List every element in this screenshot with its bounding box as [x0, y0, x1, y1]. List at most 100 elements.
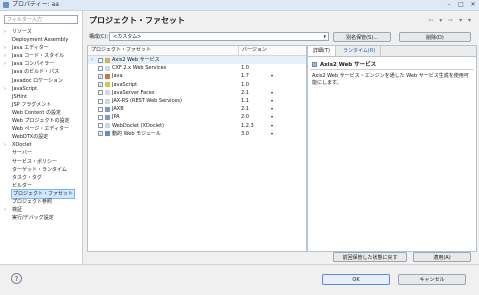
facet-row[interactable]: ✓ 動的 Web モジュール 3.0 ▾	[88, 130, 306, 138]
facet-version[interactable]: 1.1	[241, 97, 249, 105]
facet-checkbox[interactable]: ✓	[98, 73, 103, 79]
javascript-icon	[105, 82, 110, 88]
config-select[interactable]: <カスタム> ▾	[109, 32, 329, 41]
sidebar-item[interactable]: ビルダー	[2, 182, 80, 190]
sidebar-item[interactable]: Javadoc ロケーション	[2, 77, 80, 85]
facet-checkbox[interactable]	[98, 98, 103, 104]
detail-tabs: 詳細(T) ランタイム(R)	[308, 46, 476, 57]
cancel-button[interactable]: キャンセル	[398, 274, 466, 285]
sidebar-item[interactable]: › JavaScript	[2, 85, 80, 93]
expand-arrow-icon[interactable]: ›	[4, 44, 10, 52]
facet-version[interactable]: 1.2.3	[241, 122, 254, 130]
expand-arrow-icon[interactable]: ›	[4, 60, 10, 68]
sidebar-item-label: Java コード・スタイル	[12, 53, 65, 60]
chevron-down-icon[interactable]: ▾	[271, 122, 273, 130]
expand-arrow-icon[interactable]: ›	[4, 206, 10, 214]
facet-version[interactable]: 2.1	[241, 89, 249, 97]
sidebar-item-label: Java エディター	[12, 45, 49, 52]
facet-checkbox[interactable]: ✓	[98, 131, 103, 137]
facet-row[interactable]: CXF 2.x Web Services 1.0	[88, 64, 306, 72]
sidebar-item-label: Java のビルド・パス	[12, 69, 60, 76]
facet-version[interactable]: 1.7	[241, 72, 249, 80]
facet-row[interactable]: JavaServer Faces 2.1 ▾	[88, 89, 306, 97]
facet-checkbox[interactable]	[98, 57, 103, 63]
facet-checkbox[interactable]	[98, 106, 103, 112]
filter-input[interactable]: フィルター入力	[4, 15, 78, 24]
facet-version[interactable]: 3.0	[241, 130, 249, 138]
chevron-down-icon[interactable]: ▾	[271, 105, 273, 113]
sidebar: フィルター入力 › リソース Deployment Assembly › Java エデ…	[0, 11, 83, 264]
save-as-button[interactable]: 別名保管(S)...	[333, 32, 391, 42]
sidebar-item[interactable]: JSHint	[2, 93, 80, 101]
help-icon[interactable]: ?	[11, 273, 22, 284]
sidebar-item[interactable]: Web Content の設定	[2, 109, 80, 117]
expand-arrow-icon[interactable]: ›	[4, 28, 10, 36]
sidebar-item[interactable]: › 検証	[2, 206, 80, 214]
divider	[310, 69, 474, 70]
facet-row[interactable]: WebDoclet (XDoclet) 1.2.3 ▾	[88, 122, 306, 130]
sidebar-item[interactable]: › リソース	[2, 28, 80, 36]
sidebar-item[interactable]: WebDTXの設定	[2, 133, 80, 141]
facet-row[interactable]: JPA 2.0 ▾	[88, 113, 306, 121]
sidebar-item[interactable]: › Java コード・スタイル	[2, 52, 80, 60]
sidebar-item[interactable]: › Java エディター	[2, 44, 80, 52]
sidebar-item[interactable]: サーバー	[2, 149, 80, 157]
sidebar-item[interactable]: › XDoclet	[2, 141, 80, 149]
sidebar-item[interactable]: プロジェクト参照	[2, 198, 80, 206]
minimize-icon[interactable]: –	[444, 1, 454, 9]
sidebar-item[interactable]: JSP フラグメント	[2, 101, 80, 109]
detail-description: Axis2 Web サービス・エンジンを通した Web サービス生成を使用可能に…	[312, 73, 469, 86]
config-value: <カスタム>	[113, 34, 142, 40]
chevron-down-icon[interactable]: ▾	[271, 97, 273, 105]
column-name-header[interactable]: プロジェクト・ファセット	[91, 46, 151, 55]
facet-version[interactable]: 2.0	[241, 113, 249, 121]
chevron-down-icon[interactable]: ▾	[271, 89, 273, 97]
facet-row[interactable]: JAXB 2.1 ▾	[88, 105, 306, 113]
delete-button[interactable]: 削除(D)	[399, 32, 471, 42]
sidebar-item-label: 検証	[12, 207, 23, 214]
sidebar-item[interactable]: ターゲット・ランタイム	[2, 166, 80, 174]
facet-checkbox[interactable]	[98, 123, 103, 129]
expand-arrow-icon[interactable]: ›	[91, 56, 93, 64]
sidebar-item[interactable]: Java のビルド・パス	[2, 68, 80, 76]
close-icon[interactable]: ✕	[468, 1, 478, 9]
expand-arrow-icon[interactable]: ›	[4, 85, 10, 93]
apply-button[interactable]: 適用(A)	[413, 252, 471, 262]
facet-row[interactable]: › Axis2 Web サービス	[88, 56, 306, 65]
sidebar-item[interactable]: サービス・ポリシー	[2, 158, 80, 166]
facet-name: WebDoclet (XDoclet)	[112, 122, 164, 129]
sidebar-item[interactable]: タスク・タグ	[2, 174, 80, 182]
restore-button[interactable]: 前回保管した状態に戻す	[333, 252, 407, 262]
expand-arrow-icon[interactable]: ›	[4, 52, 10, 60]
expand-arrow-icon[interactable]: ›	[4, 141, 10, 149]
detail-panel: 詳細(T) ランタイム(R) Axis2 Web サービス Axis2 Web …	[307, 45, 477, 252]
sidebar-item[interactable]: Deployment Assembly	[2, 36, 80, 44]
main-panel: プロジェクト・ファセット ⇦ ▾ ⇨ ▾ ▾ 構成(C): <カスタム> ▾ 別…	[83, 11, 479, 264]
sidebar-item[interactable]: Web プロジェクトの設定	[2, 117, 80, 125]
detail-title-text: Axis2 Web サービス	[320, 62, 377, 68]
tab-runtime[interactable]: ランタイム(R)	[338, 46, 382, 56]
facet-row[interactable]: ✓ JavaScript 1.0	[88, 81, 306, 89]
facet-checkbox[interactable]	[98, 114, 103, 120]
facet-name: JAX-RS (REST Web Services)	[112, 98, 182, 104]
chevron-down-icon[interactable]: ▾	[271, 72, 273, 80]
sidebar-item[interactable]: プロジェクト・ファセット	[2, 188, 80, 199]
sidebar-item[interactable]: Web ページ・エディター	[2, 125, 80, 133]
facet-row[interactable]: ✓ Java 1.7 ▾	[88, 72, 306, 80]
facet-checkbox[interactable]	[98, 65, 103, 71]
tab-details[interactable]: 詳細(T)	[308, 46, 336, 56]
facet-checkbox[interactable]: ✓	[98, 82, 103, 88]
facet-row[interactable]: JAX-RS (REST Web Services) 1.1 ▾	[88, 97, 306, 105]
facet-checkbox[interactable]	[98, 90, 103, 96]
facet-version[interactable]: 2.1	[241, 105, 249, 113]
ok-button[interactable]: OK	[322, 274, 390, 285]
sidebar-item-label: ターゲット・ランタイム	[12, 166, 67, 173]
maximize-icon[interactable]: □	[456, 1, 466, 9]
sidebar-item[interactable]: › Java コンパイラー	[2, 60, 80, 68]
sidebar-item-label: JavaScript	[12, 85, 38, 92]
chevron-down-icon[interactable]: ▾	[271, 113, 273, 121]
nav-arrows-icon[interactable]: ⇦ ▾ ⇨ ▾ ▾	[428, 17, 473, 24]
sidebar-item[interactable]: 実行/デバッグ設定	[2, 214, 80, 222]
column-version-header[interactable]: バージョン	[238, 46, 267, 55]
chevron-down-icon[interactable]: ▾	[271, 130, 273, 138]
